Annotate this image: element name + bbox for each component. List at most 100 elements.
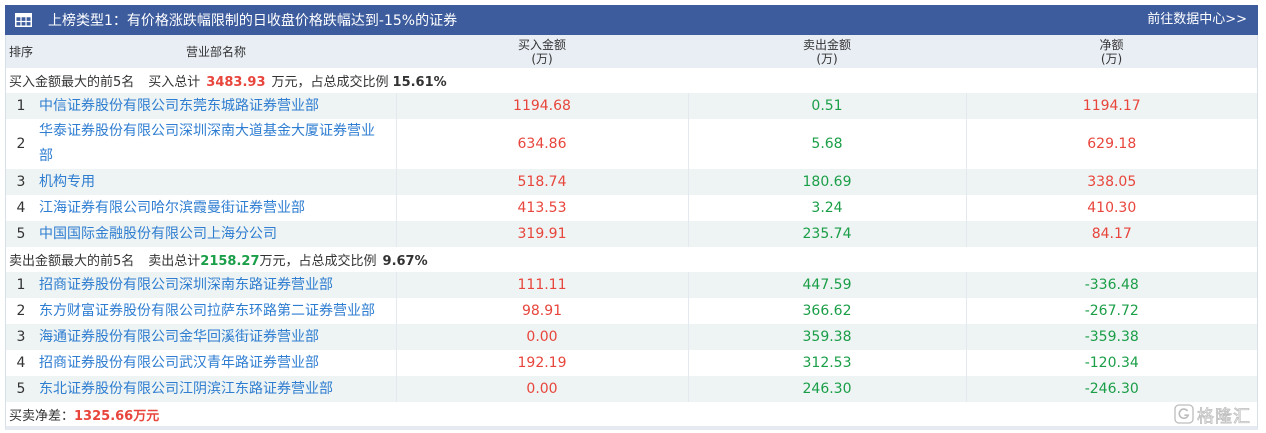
rank-cell: 3: [6, 324, 36, 350]
broker-name-link[interactable]: 海通证券股份有限公司金华回溪街证券营业部: [39, 325, 382, 350]
buy-table-row: 5 中国国际金融股份有限公司上海分公司 319.91 235.74 84.17: [6, 221, 1257, 247]
buy-total-value: 3483.93: [206, 75, 266, 90]
broker-name-link[interactable]: 江海证券有限公司哈尔滨霞曼街证券营业部: [39, 196, 382, 221]
table-icon: [15, 13, 32, 27]
column-header-net-label: 净额: [1099, 37, 1124, 52]
buy-total-ratio: 15.61%: [392, 75, 447, 90]
column-header-sell-label: 卖出金额: [802, 37, 851, 52]
column-header-rank: 排序: [6, 35, 36, 68]
buy-amount-cell: 98.91: [395, 298, 688, 324]
net-difference-value: 1325.66万元: [74, 408, 160, 424]
column-header-buy-label: 买入金额: [517, 37, 566, 52]
sell-table-row: 4 招商证券股份有限公司武汉青年路证券营业部 192.19 312.53 -12…: [6, 350, 1257, 376]
broker-name-link[interactable]: 东方财富证券股份有限公司拉萨东环路第二证券营业部: [39, 299, 382, 324]
buy-amount-cell: 111.11: [395, 272, 688, 298]
sell-total-ratio: 9.67%: [382, 254, 428, 269]
broker-name-cell: 招商证券股份有限公司武汉青年路证券营业部: [36, 350, 396, 376]
rank-cell: 1: [6, 272, 36, 298]
net-difference-label: 买卖净差：: [9, 408, 75, 424]
net-amount-cell: -359.38: [965, 324, 1257, 350]
data-center-link[interactable]: 前往数据中心>>: [1147, 5, 1247, 35]
broker-name-cell: 东方财富证券股份有限公司拉萨东环路第二证券营业部: [36, 298, 396, 324]
buy-summary-label: 买入金额最大的前5名: [9, 75, 135, 90]
sell-total-prefix: 卖出总计: [148, 254, 201, 269]
sell-amount-cell: 3.24: [687, 195, 966, 221]
broker-name-cell: 海通证券股份有限公司金华回溪街证券营业部: [36, 324, 396, 350]
broker-name-link[interactable]: 华泰证券股份有限公司深圳深南大道基金大厦证券营业部: [39, 119, 382, 169]
sell-table-row: 5 东北证券股份有限公司江阴滨江东路证券营业部 0.00 246.30 -246…: [6, 376, 1257, 402]
broker-ranking-table: 排序 营业部名称 买入金额 (万) 卖出金额 (万) 净额 (万) 买入金额最大…: [6, 35, 1257, 426]
broker-name-cell: 机构专用: [36, 169, 396, 195]
sell-amount-cell: 359.38: [687, 324, 966, 350]
sell-total-value: 2158.27: [200, 254, 260, 269]
buy-table-row: 4 江海证券有限公司哈尔滨霞曼街证券营业部 413.53 3.24 410.30: [6, 195, 1257, 221]
buy-amount-cell: 0.00: [395, 324, 688, 350]
net-amount-cell: -120.34: [965, 350, 1257, 376]
panel-header: 上榜类型1：有价格涨跌幅限制的日收盘价格跌幅达到-15%的证券 前往数据中心>>: [5, 5, 1258, 35]
net-amount-cell: 338.05: [965, 169, 1257, 195]
broker-name-cell: 东北证券股份有限公司江阴滨江东路证券营业部: [36, 376, 396, 402]
broker-name-link[interactable]: 招商证券股份有限公司武汉青年路证券营业部: [39, 351, 382, 376]
sell-amount-cell: 180.69: [687, 169, 966, 195]
broker-name-link[interactable]: 东北证券股份有限公司江阴滨江东路证券营业部: [39, 377, 382, 402]
rank-cell: 5: [6, 376, 36, 402]
sell-amount-cell: 366.62: [687, 298, 966, 324]
gelonghui-watermark: 格隆汇: [1174, 403, 1251, 427]
broker-name-link[interactable]: 中信证券股份有限公司东莞东城路证券营业部: [39, 94, 382, 119]
broker-name-cell: 中信证券股份有限公司东莞东城路证券营业部: [36, 93, 396, 119]
column-header-sell-unit: (万): [816, 51, 838, 66]
rank-cell: 4: [16, 200, 26, 216]
buy-total-prefix: 买入总计: [148, 75, 201, 90]
buy-table-row: 2 华泰证券股份有限公司深圳深南大道基金大厦证券营业部 634.86 5.68 …: [6, 119, 1257, 169]
dragon-tiger-list-panel: 上榜类型1：有价格涨跌幅限制的日收盘价格跌幅达到-15%的证券 前往数据中心>>…: [5, 5, 1258, 430]
sell-table-row: 1 招商证券股份有限公司深圳深南东路证券营业部 111.11 447.59 -3…: [6, 272, 1257, 298]
broker-name-cell: 华泰证券股份有限公司深圳深南大道基金大厦证券营业部: [36, 119, 396, 169]
net-amount-cell: -267.72: [965, 298, 1257, 324]
column-header-buy-unit: (万): [531, 51, 553, 66]
column-header-net-unit: (万): [1100, 51, 1123, 66]
buy-table-row: 1 中信证券股份有限公司东莞东城路证券营业部 1194.68 0.51 1194…: [6, 93, 1257, 119]
buy-amount-cell: 413.53: [395, 195, 688, 221]
buy-table-row: 3 机构专用 518.74 180.69 338.05: [6, 169, 1257, 195]
sell-summary-cell: 卖出金额最大的前5名 卖出总计2158.27万元，占总成交比例 9.67%: [6, 247, 1257, 272]
column-header-net: 净额 (万): [966, 35, 1257, 68]
rank-cell: 5: [6, 221, 36, 247]
panel-title: 上榜类型1：有价格涨跌幅限制的日收盘价格跌幅达到-15%的证券: [48, 13, 458, 29]
net-amount-cell: -246.30: [965, 376, 1257, 402]
buy-total-suffix: 万元，占总成交比例: [271, 75, 389, 90]
buy-amount-cell: 1194.68: [395, 93, 688, 119]
net-amount-cell: 629.18: [965, 119, 1257, 169]
buy-amount-cell: 319.91: [395, 221, 688, 247]
buy-summary-cell: 买入金额最大的前5名 买入总计 3483.93 万元，占总成交比例 15.61%: [6, 68, 1257, 93]
broker-name-cell: 中国国际金融股份有限公司上海分公司: [36, 221, 396, 247]
net-amount-cell: 410.30: [965, 195, 1257, 221]
column-header-buy: 买入金额 (万): [396, 35, 688, 68]
buy-amount-cell: 192.19: [395, 350, 688, 376]
rank-cell: 4: [16, 355, 26, 371]
sell-amount-cell: 312.53: [687, 350, 966, 376]
buy-amount-cell: 518.74: [395, 169, 688, 195]
buy-summary-row: 买入金额最大的前5名 买入总计 3483.93 万元，占总成交比例 15.61%: [6, 68, 1257, 93]
broker-name-link[interactable]: 招商证券股份有限公司深圳深南东路证券营业部: [39, 273, 382, 298]
sell-total-suffix: 万元，占总成交比例: [259, 254, 377, 269]
gelonghui-watermark-text: 格隆汇: [1197, 406, 1251, 427]
net-amount-cell: -336.48: [965, 272, 1257, 298]
sell-summary-label: 卖出金额最大的前5名: [9, 254, 135, 269]
sell-amount-cell: 0.51: [687, 93, 966, 119]
rank-cell: 2: [16, 303, 26, 319]
rank-cell: 3: [6, 169, 36, 195]
column-header-row: 排序 营业部名称 买入金额 (万) 卖出金额 (万) 净额 (万): [6, 35, 1257, 68]
broker-name-cell: 招商证券股份有限公司深圳深南东路证券营业部: [36, 272, 396, 298]
broker-name-link[interactable]: 中国国际金融股份有限公司上海分公司: [39, 222, 382, 247]
broker-name-link[interactable]: 机构专用: [39, 170, 382, 195]
net-amount-cell: 1194.17: [965, 93, 1257, 119]
gelonghui-logo-icon: [1174, 404, 1194, 424]
broker-name-cell: 江海证券有限公司哈尔滨霞曼街证券营业部: [36, 195, 396, 221]
column-header-sell: 卖出金额 (万): [688, 35, 966, 68]
sell-table-row: 2 东方财富证券股份有限公司拉萨东环路第二证券营业部 98.91 366.62 …: [6, 298, 1257, 324]
sell-amount-cell: 246.30: [687, 376, 966, 402]
rank-cell: 2: [16, 136, 26, 152]
net-difference-cell: 买卖净差：1325.66万元: [6, 402, 1257, 426]
sell-amount-cell: 447.59: [687, 272, 966, 298]
net-difference-row: 买卖净差：1325.66万元: [6, 402, 1257, 426]
